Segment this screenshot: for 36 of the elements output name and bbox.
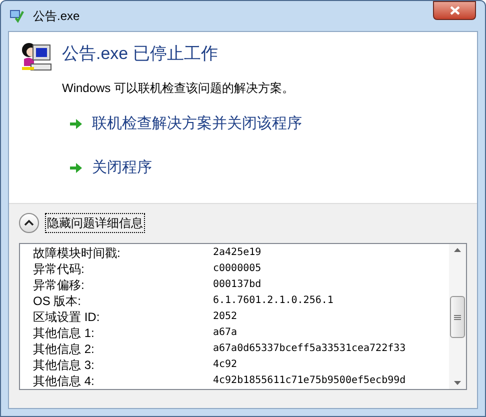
detail-label: 其他信息 1:	[33, 325, 96, 341]
detail-value: 4c92b1855611c71e75b9500ef5ecb99d	[213, 374, 406, 388]
scrollbar[interactable]	[449, 244, 466, 389]
scroll-thumb[interactable]	[450, 296, 465, 338]
expand-toggle-button[interactable]	[19, 212, 39, 232]
window-title: 公告.exe	[33, 8, 80, 25]
error-message: Windows 可以联机检查该问题的解决方案。	[62, 80, 294, 96]
detail-label: 其他信息 3:	[33, 357, 96, 373]
command-link[interactable]: 联机检查解决方案并关闭该程序	[69, 112, 302, 135]
scroll-down-icon[interactable]	[454, 381, 461, 385]
app-icon	[9, 8, 25, 24]
detail-value: c0000005	[213, 262, 262, 276]
detail-label: 故障模块时间戳:	[33, 245, 122, 261]
detail-value: a67a0d65337bceff5a33531cea722f33	[213, 342, 406, 356]
error-heading: 公告.exe 已停止工作	[62, 43, 219, 65]
detail-label: OS 版本:	[33, 293, 82, 309]
grip-icon	[454, 314, 461, 320]
detail-value: 000137bd	[213, 278, 262, 292]
detail-value: 4c92	[213, 358, 238, 372]
chevron-up-icon	[24, 219, 34, 226]
close-icon	[450, 6, 460, 15]
arrow-icon	[69, 162, 83, 174]
scroll-up-icon[interactable]	[454, 248, 461, 252]
detail-value: 6.1.7601.2.1.0.256.1	[213, 294, 334, 308]
detail-value: 2a425e19	[213, 246, 262, 260]
detail-label: 异常偏移:	[33, 277, 86, 293]
detail-label: 区域设置 ID:	[33, 309, 101, 325]
command-link[interactable]: 关闭程序	[69, 157, 152, 180]
detail-value: a67a	[213, 326, 238, 340]
arrow-icon	[69, 118, 83, 130]
detail-label: 其他信息 4:	[33, 373, 96, 389]
close-button[interactable]	[433, 1, 476, 20]
detail-value: 2052	[213, 310, 238, 324]
detail-label: 其他信息 2:	[33, 341, 96, 357]
detail-label: 异常代码:	[33, 261, 86, 277]
details-toggle-label[interactable]: 隐藏问题详细信息	[45, 212, 145, 232]
